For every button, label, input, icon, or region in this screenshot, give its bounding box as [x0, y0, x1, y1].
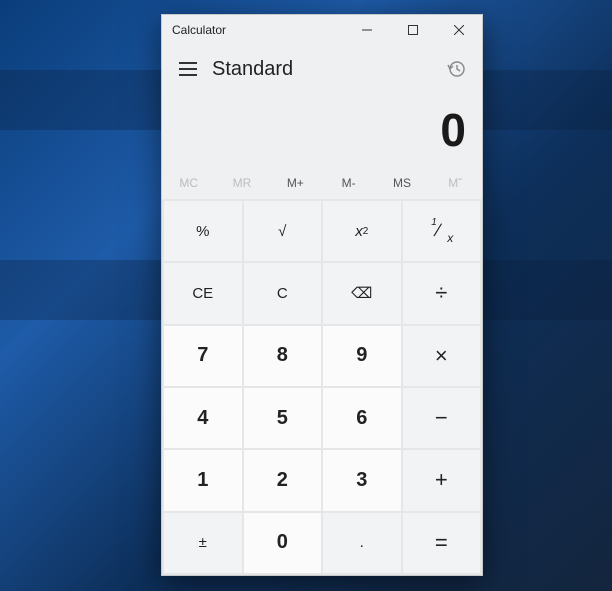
digit-3-button[interactable]: 3: [323, 450, 401, 510]
memory-subtract-button[interactable]: M-: [322, 167, 375, 199]
equals-button[interactable]: =: [403, 513, 481, 573]
sqrt-button[interactable]: √: [244, 201, 322, 261]
digit-4-button[interactable]: 4: [164, 388, 242, 448]
memory-list-button[interactable]: Mˇ: [429, 167, 482, 199]
header: Standard: [162, 45, 482, 93]
hamburger-menu-button[interactable]: [168, 49, 208, 89]
reciprocal-icon: 1 / x: [431, 221, 451, 241]
digit-0-button[interactable]: 0: [244, 513, 322, 573]
percent-button[interactable]: %: [164, 201, 242, 261]
close-button[interactable]: [436, 15, 482, 45]
memory-store-button[interactable]: MS: [375, 167, 428, 199]
square-button[interactable]: x2: [323, 201, 401, 261]
backspace-button[interactable]: ⌫: [323, 263, 401, 323]
digit-2-button[interactable]: 2: [244, 450, 322, 510]
multiply-button[interactable]: ×: [403, 326, 481, 386]
digit-9-button[interactable]: 9: [323, 326, 401, 386]
maximize-button[interactable]: [390, 15, 436, 45]
minus-button[interactable]: −: [403, 388, 481, 448]
titlebar: Calculator: [162, 15, 482, 45]
clear-button[interactable]: C: [244, 263, 322, 323]
decimal-button[interactable]: .: [323, 513, 401, 573]
digit-6-button[interactable]: 6: [323, 388, 401, 448]
memory-row: MC MR M+ M- MS Mˇ: [162, 167, 482, 199]
plusminus-button[interactable]: ±: [164, 513, 242, 573]
memory-recall-button[interactable]: MR: [215, 167, 268, 199]
memory-add-button[interactable]: M+: [269, 167, 322, 199]
reciprocal-button[interactable]: 1 / x: [403, 201, 481, 261]
digit-1-button[interactable]: 1: [164, 450, 242, 510]
digit-5-button[interactable]: 5: [244, 388, 322, 448]
memory-clear-button[interactable]: MC: [162, 167, 215, 199]
digit-7-button[interactable]: 7: [164, 326, 242, 386]
clear-entry-button[interactable]: CE: [164, 263, 242, 323]
keypad: % √ x2 1 / x CE C ⌫ ÷ 7 8 9 × 4 5 6 − 1 …: [162, 199, 482, 575]
mode-title: Standard: [208, 58, 436, 81]
plus-button[interactable]: +: [403, 450, 481, 510]
result-display: 0: [162, 93, 482, 167]
history-button[interactable]: [436, 49, 476, 89]
digit-8-button[interactable]: 8: [244, 326, 322, 386]
divide-button[interactable]: ÷: [403, 263, 481, 323]
calculator-window: Calculator Standard 0 MC MR M+ M- MS Mˇ …: [161, 14, 483, 576]
minimize-button[interactable]: [344, 15, 390, 45]
square-exp: 2: [363, 226, 369, 237]
window-title: Calculator: [162, 23, 344, 37]
square-base: x: [355, 223, 363, 240]
